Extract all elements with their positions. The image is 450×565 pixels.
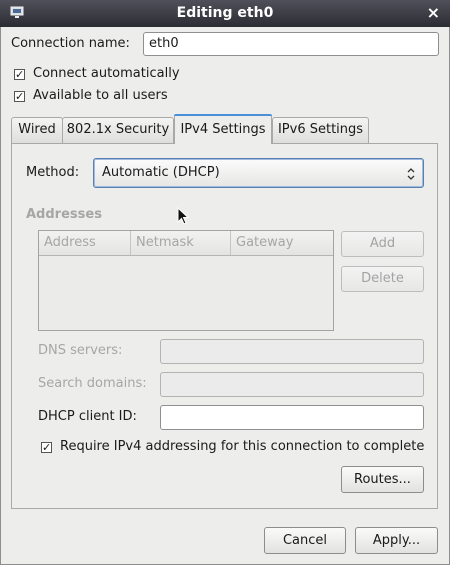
connection-name-label: Connection name: — [11, 36, 130, 51]
dhcp-client-id-label: DHCP client ID: — [38, 409, 137, 424]
method-selected-value: Automatic (DHCP) — [102, 165, 220, 180]
column-header-address[interactable]: Address — [39, 231, 131, 255]
delete-address-button[interactable]: Delete — [341, 266, 424, 292]
require-ipv4-checkbox[interactable]: ✓ — [41, 442, 52, 453]
connect-automatically-label: Connect automatically — [33, 66, 180, 81]
tab-802-1x-security[interactable]: 802.1x Security — [62, 117, 174, 143]
addresses-table-header: Address Netmask Gateway — [39, 231, 333, 256]
tab-ipv4-settings[interactable]: IPv4 Settings — [174, 114, 272, 144]
method-label: Method: — [26, 165, 80, 180]
search-domains-label: Search domains: — [38, 376, 147, 391]
chevron-up-down-icon — [407, 168, 415, 180]
column-header-gateway[interactable]: Gateway — [231, 231, 333, 255]
addresses-heading: Addresses — [26, 207, 102, 222]
dns-servers-label: DNS servers: — [38, 343, 123, 358]
require-ipv4-label: Require IPv4 addressing for this connect… — [60, 439, 425, 454]
connect-automatically-checkbox[interactable]: ✓ — [14, 69, 25, 80]
routes-button[interactable]: Routes... — [341, 466, 424, 493]
method-dropdown[interactable]: Automatic (DHCP) — [93, 158, 424, 188]
column-header-netmask[interactable]: Netmask — [131, 231, 231, 255]
close-icon[interactable]: × — [427, 3, 440, 22]
addresses-table[interactable]: Address Netmask Gateway — [38, 230, 334, 331]
available-to-all-users-checkbox[interactable]: ✓ — [14, 91, 25, 102]
search-domains-input[interactable] — [160, 372, 424, 397]
cancel-button[interactable]: Cancel — [264, 527, 346, 554]
window-title: Editing eth0 — [176, 5, 274, 21]
add-address-button[interactable]: Add — [341, 231, 424, 257]
apply-button[interactable]: Apply... — [355, 527, 438, 554]
dns-servers-input[interactable] — [160, 339, 424, 364]
available-to-all-users-label: Available to all users — [33, 88, 168, 103]
mouse-cursor-icon — [177, 207, 189, 225]
window-titlebar[interactable]: Editing eth0 × — [0, 0, 450, 28]
dhcp-client-id-input[interactable] — [160, 405, 424, 430]
connection-name-input[interactable]: eth0 — [143, 32, 439, 56]
tab-ipv6-settings[interactable]: IPv6 Settings — [272, 117, 369, 143]
tab-wired[interactable]: Wired — [11, 117, 63, 143]
